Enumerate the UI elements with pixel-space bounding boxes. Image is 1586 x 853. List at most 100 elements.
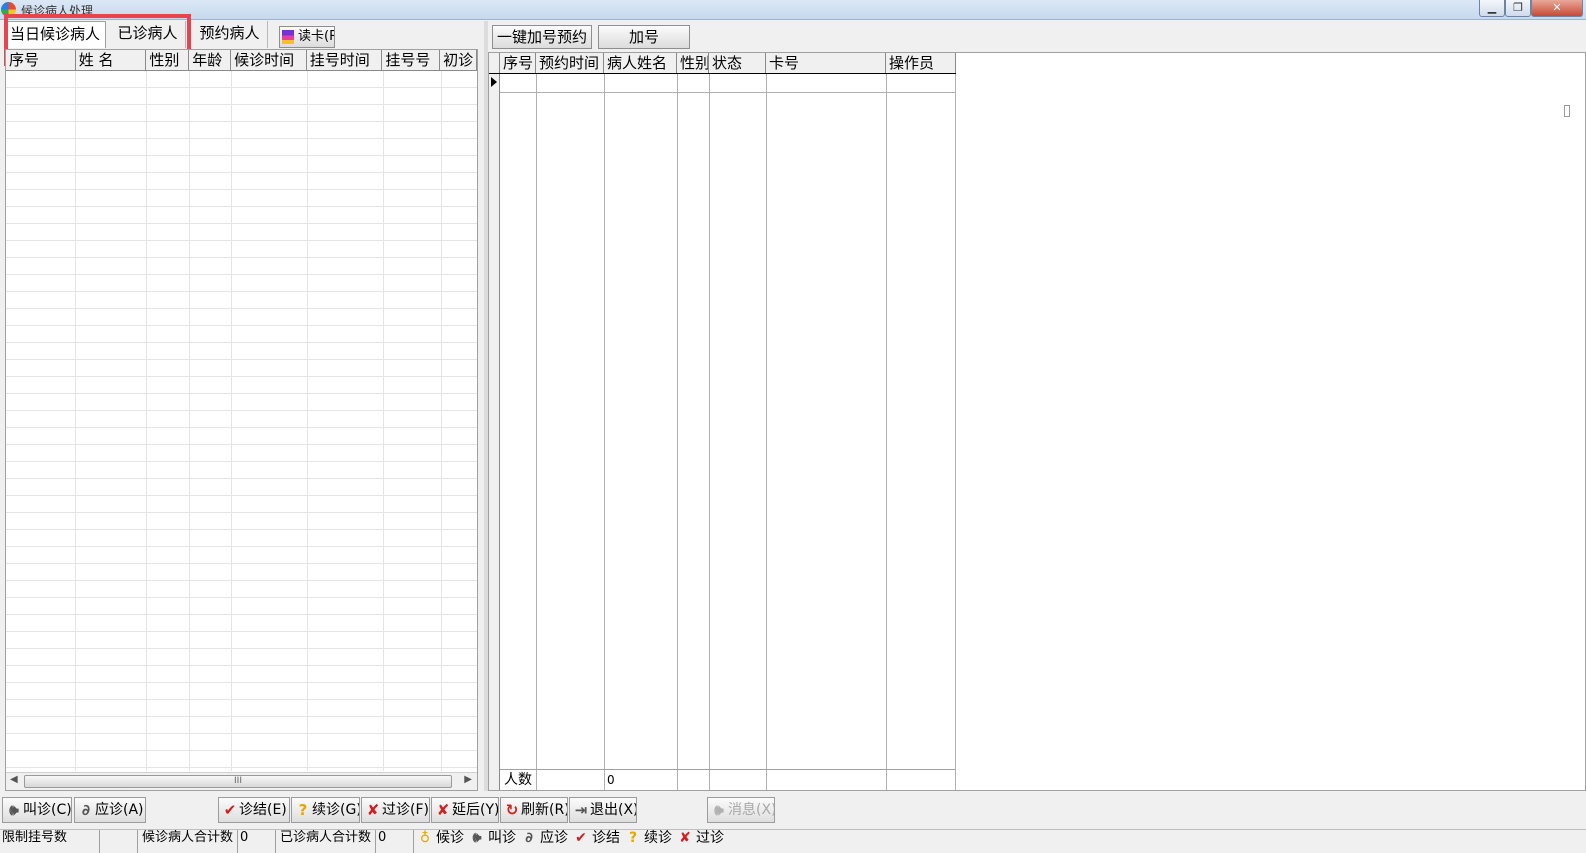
scroll-thumb[interactable]: III	[24, 775, 452, 788]
grid-body	[6, 71, 477, 771]
card-reader-icon	[282, 30, 294, 44]
call-button[interactable]: 🕪 叫诊(C)	[2, 797, 72, 823]
speaker-icon: 🕪	[714, 801, 724, 819]
exit-icon: ⇥	[574, 801, 588, 819]
waiting-count-label: 候诊病人合计数	[140, 830, 238, 853]
question-icon: ?	[628, 830, 638, 846]
legend-passed: ✘ 过诊	[678, 830, 724, 853]
col-status[interactable]: 状态	[709, 53, 766, 73]
refresh-label: 刷新(R)	[521, 802, 568, 818]
col-first-visit[interactable]: 初诊	[440, 50, 477, 70]
speaker-icon: 🕪	[9, 801, 19, 819]
grid-divider	[536, 74, 537, 790]
col-appointment-time[interactable]: 预约时间	[536, 53, 604, 73]
waiting-patients-panel: 当日候诊病人 已诊病人 预约病人 读卡(R) 序号 姓 名 性别 年龄 候诊时间…	[0, 14, 484, 791]
col-age[interactable]: 年龄	[189, 50, 232, 70]
refresh-icon: ↻	[505, 801, 519, 819]
grid-divider	[75, 71, 76, 771]
status-bar: 限制挂号数 候诊病人合计数 0 已诊病人合计数 0 ♁ 候诊 🕪 叫诊 ∂ 应诊 ✔ 诊…	[0, 829, 1586, 853]
respond-label: 应诊(A)	[95, 802, 144, 818]
col-register-time[interactable]: 挂号时间	[307, 50, 383, 70]
legend-calling: 🕪 叫诊	[470, 830, 516, 853]
grid-divider	[955, 74, 956, 790]
row-indicator-header	[489, 53, 500, 73]
grid-divider	[189, 71, 190, 771]
grid-divider	[146, 71, 147, 771]
legend-calling-label: 叫诊	[488, 830, 516, 846]
tab-appointment-patients[interactable]: 预约病人	[192, 21, 268, 48]
appointments-panel: 一键加号预约 加号 序号 预约时间 病人姓名 性别 状态 卡号 操作员 人数 0	[488, 21, 1586, 791]
legend-continue: ? 续诊	[626, 830, 672, 853]
check-icon: ✔	[223, 801, 237, 819]
col-gender[interactable]: 性别	[146, 50, 190, 70]
legend-responding: ∂ 应诊	[522, 830, 568, 853]
grid-header: 序号 预约时间 病人姓名 性别 状态 卡号 操作员	[489, 53, 956, 74]
call-label: 叫诊(C)	[23, 802, 72, 818]
scroll-right-icon[interactable]: ▶	[464, 774, 472, 785]
col-seq[interactable]: 序号	[6, 50, 76, 70]
bell-icon: ♁	[419, 830, 431, 846]
scroll-left-icon[interactable]: ◀	[10, 774, 18, 785]
minimize-button[interactable]: ▁	[1479, 0, 1505, 17]
action-toolbar: 🕪 叫诊(C) ∂ 应诊(A) ✔ 诊结(E) ? 续诊(G) ✘ 过诊(F) …	[0, 797, 1586, 825]
legend-responding-label: 应诊	[540, 830, 568, 846]
finish-label: 诊结(E)	[239, 802, 287, 818]
finish-button[interactable]: ✔ 诊结(E)	[218, 797, 290, 823]
col-seq[interactable]: 序号	[500, 53, 536, 73]
continue-button[interactable]: ? 续诊(G)	[291, 797, 360, 823]
appointments-grid[interactable]: 序号 预约时间 病人姓名 性别 状态 卡号 操作员 人数 0	[488, 52, 1586, 791]
legend-waiting-label: 候诊	[436, 830, 464, 846]
close-button[interactable]: ✕	[1531, 0, 1583, 17]
x-icon: ✘	[436, 801, 450, 819]
one-key-add-appointment-button[interactable]: 一键加号预约	[492, 25, 592, 49]
grid-divider	[231, 71, 232, 771]
legend-waiting: ♁ 候诊	[418, 830, 464, 853]
resize-grip[interactable]	[1564, 105, 1570, 117]
continue-label: 续诊(G)	[312, 802, 360, 818]
grid-divider	[307, 71, 308, 771]
status-legend: ♁ 候诊 🕪 叫诊 ∂ 应诊 ✔ 诊结 ? 续诊 ✘ 过诊	[418, 830, 724, 853]
seen-count-label: 已诊病人合计数	[278, 830, 376, 853]
x-icon: ✘	[679, 830, 691, 846]
limit-label: 限制挂号数	[0, 830, 100, 853]
check-icon: ✔	[575, 830, 587, 846]
x-icon: ✘	[366, 801, 380, 819]
grid-divider	[383, 71, 384, 771]
grid-footer: 人数 0	[500, 769, 955, 790]
col-gender[interactable]: 性别	[677, 53, 709, 73]
count-value: 0	[607, 773, 615, 787]
col-name[interactable]: 姓 名	[76, 50, 147, 70]
message-button[interactable]: 🕪 消息(X)	[707, 797, 775, 823]
count-label: 人数	[504, 772, 532, 788]
legend-passed-label: 过诊	[696, 830, 724, 846]
read-card-button[interactable]: 读卡(R)	[279, 26, 335, 48]
row-indicator-column	[489, 74, 500, 790]
waiting-patients-grid[interactable]: 序号 姓 名 性别 年龄 候诊时间 挂号时间 挂号号 初诊 ◀ III ▶	[5, 49, 478, 791]
respond-button[interactable]: ∂ 应诊(A)	[74, 797, 146, 823]
col-patient-name[interactable]: 病人姓名	[604, 53, 677, 73]
maximize-button[interactable]: ❐	[1505, 0, 1531, 17]
waiting-count-value: 0	[238, 830, 276, 853]
legend-finished: ✔ 诊结	[574, 830, 620, 853]
col-card-no[interactable]: 卡号	[766, 53, 886, 73]
add-number-button[interactable]: 加号	[598, 25, 690, 49]
col-operator[interactable]: 操作员	[886, 53, 956, 73]
horizontal-scrollbar[interactable]: ◀ III ▶	[6, 772, 477, 790]
grid-divider	[886, 74, 887, 790]
exit-button[interactable]: ⇥ 退出(X)	[569, 797, 637, 823]
grid-divider	[709, 74, 710, 790]
message-label: 消息(X)	[728, 802, 775, 818]
delay-label: 延后(Y)	[452, 802, 499, 818]
pass-button[interactable]: ✘ 过诊(F)	[361, 797, 430, 823]
legend-continue-label: 续诊	[644, 830, 672, 846]
question-icon: ?	[298, 801, 308, 819]
refresh-button[interactable]: ↻ 刷新(R)	[500, 797, 568, 823]
title-bar: 候诊病人处理 ▁ ❐ ✕	[0, 0, 1586, 20]
grid-header: 序号 姓 名 性别 年龄 候诊时间 挂号时间 挂号号 初诊	[6, 50, 477, 71]
exit-label: 退出(X)	[590, 802, 637, 818]
col-register-no[interactable]: 挂号号	[382, 50, 441, 70]
col-wait-time[interactable]: 候诊时间	[231, 50, 307, 70]
delay-button[interactable]: ✘ 延后(Y)	[431, 797, 499, 823]
grid-divider	[441, 71, 442, 771]
stethoscope-icon: ∂	[81, 801, 91, 819]
